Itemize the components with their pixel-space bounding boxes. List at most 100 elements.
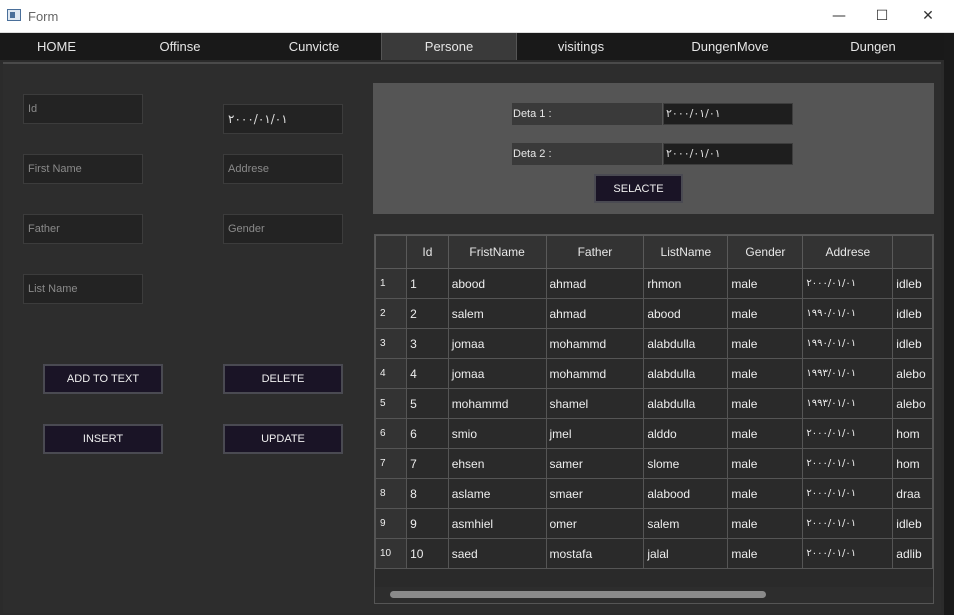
scrollbar-thumb[interactable] bbox=[390, 591, 766, 598]
cell-father[interactable]: jmel bbox=[545, 418, 645, 449]
cell-id[interactable]: 1 bbox=[406, 268, 449, 299]
cell-address[interactable]: idleb bbox=[892, 268, 933, 299]
cell-id[interactable]: 5 bbox=[406, 388, 449, 419]
father-field[interactable]: Father bbox=[23, 214, 143, 244]
cell-id[interactable]: 10 bbox=[406, 538, 449, 569]
col-header-father[interactable]: Father bbox=[545, 235, 645, 269]
cell-listname[interactable]: slome bbox=[643, 448, 729, 479]
cell-father[interactable]: smaer bbox=[545, 478, 645, 509]
cell-listname[interactable]: salem bbox=[643, 508, 729, 539]
cell-address[interactable]: alebo bbox=[892, 358, 933, 389]
first-name-field[interactable]: First Name bbox=[23, 154, 143, 184]
tab-home[interactable]: HOME bbox=[0, 33, 113, 60]
table-row[interactable]: 8 8 aslame smaer alabood male ۲۰۰۰/۰۱/۰۱ draa bbox=[375, 478, 933, 509]
cell-gender[interactable]: male bbox=[727, 268, 804, 299]
date1-input[interactable]: ۲۰۰۰/۰۱/۰۱ bbox=[663, 103, 793, 125]
cell-id[interactable]: 3 bbox=[406, 328, 449, 359]
cell-id[interactable]: 7 bbox=[406, 448, 449, 479]
cell-id[interactable]: 4 bbox=[406, 358, 449, 389]
row-header[interactable]: 2 bbox=[375, 298, 408, 329]
cell-father[interactable]: mostafa bbox=[545, 538, 645, 569]
cell-listname[interactable]: alabood bbox=[643, 478, 729, 509]
cell-id[interactable]: 2 bbox=[406, 298, 449, 329]
close-button[interactable]: ✕ bbox=[905, 0, 951, 32]
cell-father[interactable]: omer bbox=[545, 508, 645, 539]
gender-field[interactable]: Gender bbox=[223, 214, 343, 244]
col-header-extra[interactable] bbox=[892, 235, 933, 269]
cell-gender[interactable]: male bbox=[727, 328, 804, 359]
select-button[interactable]: SELACTE bbox=[594, 174, 683, 203]
cell-firstname[interactable]: saed bbox=[447, 538, 547, 569]
cell-id[interactable]: 9 bbox=[406, 508, 449, 539]
cell-listname[interactable]: alabdulla bbox=[643, 358, 729, 389]
cell-listname[interactable]: abood bbox=[643, 298, 729, 329]
cell-gender[interactable]: male bbox=[727, 388, 804, 419]
cell-father[interactable]: shamel bbox=[545, 388, 645, 419]
cell-listname[interactable]: alabdulla bbox=[643, 328, 729, 359]
row-header[interactable]: 10 bbox=[375, 538, 408, 569]
cell-gender[interactable]: male bbox=[727, 358, 804, 389]
add-to-text-button[interactable]: ADD TO TEXT bbox=[43, 364, 163, 394]
table-row[interactable]: 4 4 jomaa mohammd alabdulla male ۱۹۹۳/۰۱/۰۱ ale… bbox=[375, 358, 933, 389]
row-header[interactable]: 4 bbox=[375, 358, 408, 389]
birth-date-field[interactable]: ۲۰۰۰/۰۱/۰۱ bbox=[223, 104, 343, 134]
table-row[interactable]: 1 1 abood ahmad rhmon male ۲۰۰۰/۰۱/۰۱ idleb bbox=[375, 268, 933, 299]
tab-dungenmove[interactable]: DungenMove bbox=[646, 33, 814, 60]
cell-firstname[interactable]: asmhiel bbox=[447, 508, 547, 539]
minimize-button[interactable]: — bbox=[816, 0, 862, 32]
cell-father[interactable]: mohammd bbox=[545, 358, 645, 389]
cell-firstname[interactable]: salem bbox=[447, 298, 547, 329]
row-header[interactable]: 7 bbox=[375, 448, 408, 479]
cell-gender[interactable]: male bbox=[727, 478, 804, 509]
cell-gender[interactable]: male bbox=[727, 538, 804, 569]
col-header-listname[interactable]: ListName bbox=[643, 235, 729, 269]
tab-persone[interactable]: Persone bbox=[381, 33, 517, 60]
address-field[interactable]: Addrese bbox=[223, 154, 343, 184]
cell-listname[interactable]: rhmon bbox=[643, 268, 729, 299]
delete-button[interactable]: DELETE bbox=[223, 364, 343, 394]
cell-date[interactable]: ۱۹۹۳/۰۱/۰۱ bbox=[802, 388, 894, 419]
table-row[interactable]: 5 5 mohammd shamel alabdulla male ۱۹۹۳/۰۱/۰۱ al… bbox=[375, 388, 933, 419]
persons-grid[interactable]: Id FristName Father ListName Gender Addr… bbox=[374, 234, 934, 604]
row-header[interactable]: 6 bbox=[375, 418, 408, 449]
cell-date[interactable]: ۱۹۹۳/۰۱/۰۱ bbox=[802, 358, 894, 389]
tab-offinse[interactable]: Offinse bbox=[113, 33, 247, 60]
table-row[interactable]: 3 3 jomaa mohammd alabdulla male ۱۹۹۰/۰۱/۰۱ idl… bbox=[375, 328, 933, 359]
col-header-gender[interactable]: Gender bbox=[727, 235, 804, 269]
table-row[interactable]: 6 6 smio jmel alddo male ۲۰۰۰/۰۱/۰۱ hom bbox=[375, 418, 933, 449]
cell-gender[interactable]: male bbox=[727, 418, 804, 449]
date2-input[interactable]: ۲۰۰۰/۰۱/۰۱ bbox=[663, 143, 793, 165]
cell-listname[interactable]: alabdulla bbox=[643, 388, 729, 419]
cell-address[interactable]: idleb bbox=[892, 508, 933, 539]
col-header-addrese[interactable]: Addrese bbox=[802, 235, 894, 269]
cell-firstname[interactable]: smio bbox=[447, 418, 547, 449]
row-header[interactable]: 1 bbox=[375, 268, 408, 299]
cell-firstname[interactable]: jomaa bbox=[447, 358, 547, 389]
cell-date[interactable]: ۲۰۰۰/۰۱/۰۱ bbox=[802, 448, 894, 479]
cell-father[interactable]: mohammd bbox=[545, 328, 645, 359]
row-header[interactable]: 9 bbox=[375, 508, 408, 539]
cell-father[interactable]: ahmad bbox=[545, 298, 645, 329]
cell-address[interactable]: idleb bbox=[892, 298, 933, 329]
cell-date[interactable]: ۲۰۰۰/۰۱/۰۱ bbox=[802, 478, 894, 509]
cell-listname[interactable]: jalal bbox=[643, 538, 729, 569]
tab-cunvicte[interactable]: Cunvicte bbox=[247, 33, 381, 60]
table-row[interactable]: 10 10 saed mostafa jalal male ۲۰۰۰/۰۱/۰۱ adlib bbox=[375, 538, 933, 569]
cell-date[interactable]: ۲۰۰۰/۰۱/۰۱ bbox=[802, 418, 894, 449]
list-name-field[interactable]: List Name bbox=[23, 274, 143, 304]
row-header[interactable]: 5 bbox=[375, 388, 408, 419]
cell-father[interactable]: ahmad bbox=[545, 268, 645, 299]
cell-id[interactable]: 6 bbox=[406, 418, 449, 449]
table-row[interactable]: 7 7 ehsen samer slome male ۲۰۰۰/۰۱/۰۱ hom bbox=[375, 448, 933, 479]
cell-date[interactable]: ۲۰۰۰/۰۱/۰۱ bbox=[802, 268, 894, 299]
cell-address[interactable]: hom bbox=[892, 418, 933, 449]
tab-visitings[interactable]: visitings bbox=[516, 33, 646, 60]
id-field[interactable]: Id bbox=[23, 94, 143, 124]
cell-father[interactable]: samer bbox=[545, 448, 645, 479]
cell-firstname[interactable]: jomaa bbox=[447, 328, 547, 359]
row-header[interactable]: 3 bbox=[375, 328, 408, 359]
table-row[interactable]: 2 2 salem ahmad abood male ۱۹۹۰/۰۱/۰۱ idleb bbox=[375, 298, 933, 329]
cell-firstname[interactable]: aslame bbox=[447, 478, 547, 509]
cell-firstname[interactable]: mohammd bbox=[447, 388, 547, 419]
cell-address[interactable]: idleb bbox=[892, 328, 933, 359]
